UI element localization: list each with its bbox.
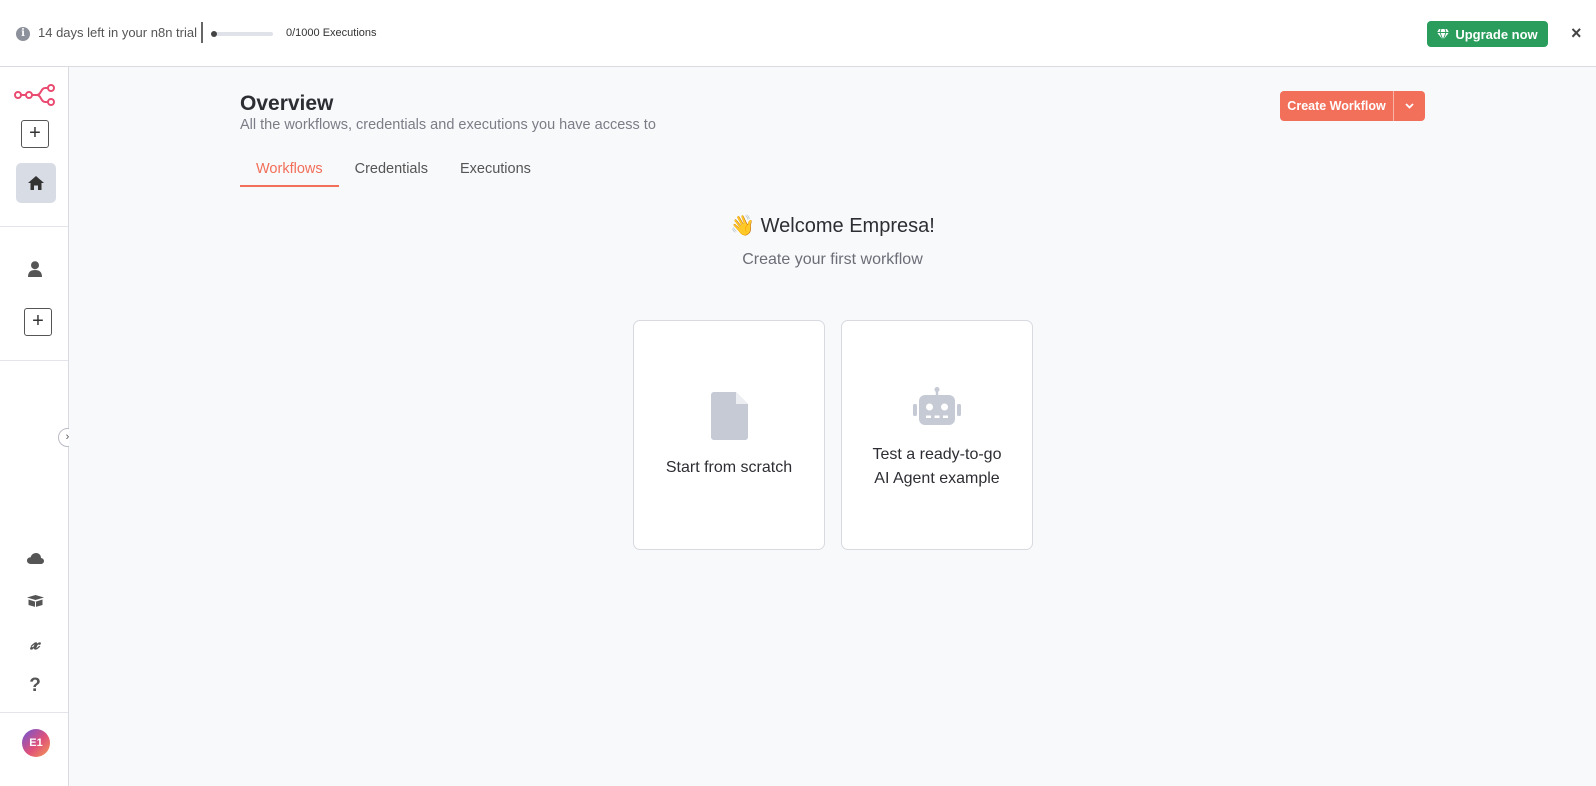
sidebar-divider — [0, 360, 68, 361]
n8n-logo-icon[interactable] — [14, 84, 56, 106]
upgrade-now-button[interactable]: Upgrade now — [1427, 21, 1548, 47]
tab-credentials[interactable]: Credentials — [339, 159, 444, 187]
home-icon — [28, 176, 44, 190]
chevron-down-icon[interactable] — [1394, 91, 1425, 121]
page-title: Overview — [240, 92, 334, 115]
welcome-heading: 👋 Welcome Empresa! — [730, 215, 935, 237]
start-from-scratch-card[interactable]: Start from scratch — [633, 320, 825, 550]
help-icon[interactable]: ? — [22, 673, 48, 699]
banner-divider — [201, 22, 203, 43]
sidebar-item-templates[interactable] — [22, 588, 48, 614]
info-icon: i — [16, 27, 30, 41]
page-subtitle: All the workflows, credentials and execu… — [240, 117, 656, 133]
card-label: Start from scratch — [665, 459, 793, 476]
create-workflow-button[interactable]: Create Workflow — [1280, 91, 1425, 121]
robot-icon — [842, 387, 1032, 425]
executions-progress-bar — [211, 31, 273, 37]
sidebar-item-cloud[interactable] — [22, 545, 48, 571]
overview-tabs: Workflows Credentials Executions — [240, 159, 547, 187]
add-project-button[interactable]: + — [24, 308, 52, 336]
card-label: AI Agent example — [874, 470, 1000, 487]
card-label: Test a ready-to-go — [872, 446, 1002, 463]
file-icon — [634, 392, 824, 440]
avatar[interactable]: E1 — [22, 729, 50, 757]
sidebar-divider — [0, 712, 68, 713]
sidebar: + + 𝔁 ? E1 — [0, 67, 69, 786]
welcome-subtitle: Create your first workflow — [742, 251, 923, 268]
trial-banner: i 14 days left in your n8n trial 0/1000 … — [0, 0, 1596, 67]
tab-workflows[interactable]: Workflows — [240, 159, 339, 187]
sidebar-item-home[interactable] — [16, 163, 56, 203]
package-icon — [26, 595, 44, 607]
create-workflow-label[interactable]: Create Workflow — [1280, 91, 1394, 121]
trial-days-text: 14 days left in your n8n trial — [38, 25, 197, 40]
upgrade-now-label: Upgrade now — [1455, 26, 1538, 42]
ai-agent-example-card[interactable]: Test a ready-to-go AI Agent example — [841, 320, 1033, 550]
tab-executions[interactable]: Executions — [444, 159, 547, 187]
variable-icon[interactable]: 𝔁 — [22, 630, 48, 656]
executions-progress-fill — [211, 31, 217, 37]
cloud-icon — [26, 552, 44, 564]
gem-icon — [1437, 28, 1450, 40]
close-banner-button[interactable]: × — [1571, 23, 1582, 44]
executions-count: 0/1000 Executions — [286, 27, 377, 39]
add-button[interactable]: + — [21, 120, 49, 148]
